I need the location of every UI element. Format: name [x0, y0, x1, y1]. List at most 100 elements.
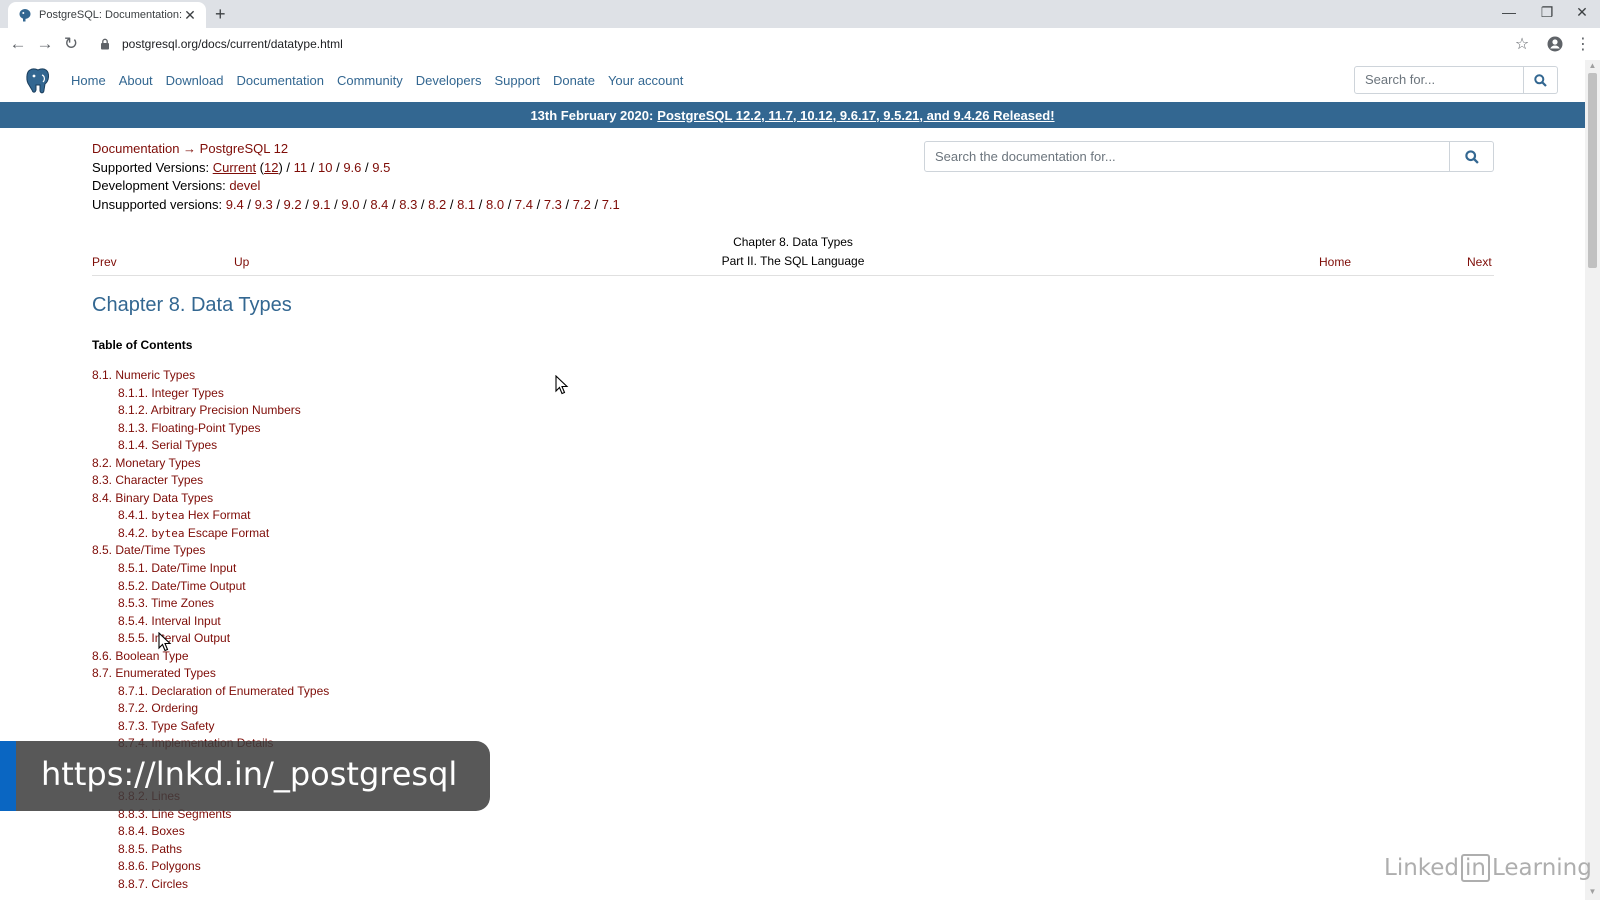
toc-link[interactable]: 8.4.2. bytea Escape Format — [118, 526, 269, 540]
doc-search-input[interactable]: Search the documentation for... — [924, 141, 1450, 172]
toc-item: 8.1. Numeric Types — [92, 367, 329, 385]
nav-about[interactable]: About — [119, 73, 153, 88]
toc-item: 8.4.1. bytea Hex Format — [92, 507, 329, 525]
back-icon[interactable]: ← — [7, 33, 29, 55]
toc-link[interactable]: 8.1.1. Integer Types — [118, 386, 224, 400]
toc-item: 8.7. Enumerated Types — [92, 665, 329, 683]
nav-documentation[interactable]: Documentation — [237, 73, 324, 88]
toc-item: 8.1.1. Integer Types — [92, 385, 329, 403]
version-current[interactable]: Current — [213, 160, 256, 175]
version-11[interactable]: 11 — [294, 160, 308, 175]
doc-search-button[interactable] — [1450, 141, 1494, 172]
minimize-icon[interactable]: — — [1490, 0, 1528, 28]
unsupported-version-7-4[interactable]: 7.4 — [515, 197, 533, 212]
toc-item: 8.6. Boolean Type — [92, 648, 329, 666]
toc-item: 8.1.2. Arbitrary Precision Numbers — [92, 402, 329, 420]
browser-menu-icon[interactable]: ⋮ — [1572, 33, 1594, 55]
version-9-5[interactable]: 9.5 — [372, 160, 390, 175]
scroll-up-arrow-icon[interactable]: ▲ — [1588, 62, 1597, 70]
scroll-down-arrow-icon[interactable]: ▼ — [1588, 888, 1597, 896]
overlay-url-text: https://lnkd.in/_postgresql — [41, 755, 458, 793]
profile-avatar-icon[interactable] — [1544, 33, 1566, 55]
unsupported-version-7-2[interactable]: 7.2 — [573, 197, 591, 212]
nav-donate[interactable]: Donate — [553, 73, 595, 88]
version-12[interactable]: 12 — [264, 160, 278, 175]
toc-link[interactable]: 8.5.1. Date/Time Input — [118, 561, 236, 575]
toc-item: 8.5.1. Date/Time Input — [92, 560, 329, 578]
nav-your-account[interactable]: Your account — [608, 73, 683, 88]
bookmark-star-icon[interactable]: ☆ — [1511, 33, 1533, 55]
toc-link[interactable]: 8.7.1. Declaration of Enumerated Types — [118, 684, 329, 698]
site-search-input[interactable]: Search for... — [1354, 66, 1524, 94]
banner-release-link[interactable]: PostgreSQL 12.2, 11.7, 10.12, 9.6.17, 9.… — [657, 108, 1054, 123]
browser-tab-bar: PostgreSQL: Documentation: 12: ✕ + — ❐ ✕ — [0, 0, 1600, 28]
prev-link[interactable]: Prev — [92, 255, 117, 269]
unsupported-version-8-0[interactable]: 8.0 — [486, 197, 504, 212]
reload-icon[interactable]: ↻ — [60, 33, 82, 55]
toc-link[interactable]: 8.7.2. Ordering — [118, 701, 198, 715]
toc-link[interactable]: 8.5.5. Interval Output — [118, 631, 230, 645]
toc-item: 8.8.6. Polygons — [92, 858, 329, 876]
toc-link[interactable]: 8.8.6. Polygons — [118, 859, 201, 873]
toc-item: 8.8.5. Paths — [92, 841, 329, 859]
next-link[interactable]: Next — [1467, 255, 1492, 269]
toc-link[interactable]: 8.4. Binary Data Types — [92, 491, 213, 505]
toc-link[interactable]: 8.8.5. Paths — [118, 842, 182, 856]
tab-close-icon[interactable]: ✕ — [182, 7, 198, 24]
unsupported-version-9-0[interactable]: 9.0 — [341, 197, 359, 212]
toc-link[interactable]: 8.1.3. Floating-Point Types — [118, 421, 261, 435]
unsupported-version-9-2[interactable]: 9.2 — [284, 197, 302, 212]
unsupported-version-8-4[interactable]: 8.4 — [370, 197, 388, 212]
unsupported-version-8-3[interactable]: 8.3 — [399, 197, 417, 212]
toc-link[interactable]: 8.7.3. Type Safety — [118, 719, 215, 733]
postgresql-logo-icon[interactable] — [24, 67, 52, 95]
unsupported-version-9-4[interactable]: 9.4 — [226, 197, 244, 212]
restore-icon[interactable]: ❐ — [1528, 0, 1566, 28]
version-9-6[interactable]: 9.6 — [343, 160, 361, 175]
address-bar[interactable]: postgresql.org/docs/current/datatype.htm… — [92, 32, 1512, 56]
nav-community[interactable]: Community — [337, 73, 403, 88]
browser-tab[interactable]: PostgreSQL: Documentation: 12: ✕ — [8, 2, 206, 28]
release-banner: 13th February 2020: PostgreSQL 12.2, 11.… — [0, 102, 1585, 128]
page-scrollbar[interactable]: ▲ ▼ — [1585, 60, 1600, 900]
unsupported-version-8-1[interactable]: 8.1 — [457, 197, 475, 212]
toc-item: 8.8.7. Circles — [92, 876, 329, 894]
unsupported-version-7-3[interactable]: 7.3 — [544, 197, 562, 212]
version-devel[interactable]: devel — [229, 178, 260, 193]
nav-developers[interactable]: Developers — [416, 73, 482, 88]
toc-link[interactable]: 8.5.4. Interval Input — [118, 614, 221, 628]
new-tab-button[interactable]: + — [215, 4, 226, 24]
overlay-accent-bar — [0, 741, 16, 811]
toc-link[interactable]: 8.5. Date/Time Types — [92, 543, 205, 557]
unsupported-version-9-1[interactable]: 9.1 — [312, 197, 330, 212]
site-search-button[interactable] — [1524, 66, 1558, 94]
toc-link[interactable]: 8.8.4. Boxes — [118, 824, 185, 838]
nav-support[interactable]: Support — [494, 73, 540, 88]
toc-link[interactable]: 8.1.4. Serial Types — [118, 438, 217, 452]
toc-link[interactable]: 8.7. Enumerated Types — [92, 666, 216, 680]
scrollbar-thumb[interactable] — [1588, 73, 1597, 268]
toc-link[interactable]: 8.6. Boolean Type — [92, 649, 189, 663]
nav-home[interactable]: Home — [71, 73, 106, 88]
unsupported-version-9-3[interactable]: 9.3 — [255, 197, 273, 212]
toc-link[interactable]: 8.5.3. Time Zones — [118, 596, 214, 610]
forward-icon[interactable]: → — [34, 33, 56, 55]
toc-link[interactable]: 8.8.7. Circles — [118, 877, 188, 891]
toc-link[interactable]: 8.3. Character Types — [92, 473, 203, 487]
nav-download[interactable]: Download — [166, 73, 224, 88]
toc-item: 8.5.2. Date/Time Output — [92, 578, 329, 596]
toc-link[interactable]: 8.1. Numeric Types — [92, 368, 195, 382]
version-10[interactable]: 10 — [318, 160, 332, 175]
toc-link[interactable]: 8.5.2. Date/Time Output — [118, 579, 246, 593]
up-link[interactable]: Up — [234, 255, 249, 269]
close-window-icon[interactable]: ✕ — [1563, 0, 1600, 28]
unsupported-version-7-1[interactable]: 7.1 — [602, 197, 620, 212]
toc-link[interactable]: 8.2. Monetary Types — [92, 456, 201, 470]
toc-link[interactable]: 8.4.1. bytea Hex Format — [118, 508, 251, 522]
browser-toolbar: ← → ↻ postgresql.org/docs/current/dataty… — [0, 28, 1600, 61]
toc-link[interactable]: 8.1.2. Arbitrary Precision Numbers — [118, 403, 301, 417]
toc-item: 8.7.3. Type Safety — [92, 718, 329, 736]
unsupported-version-8-2[interactable]: 8.2 — [428, 197, 446, 212]
breadcrumb[interactable]: Documentation → PostgreSQL 12 — [92, 141, 288, 156]
home-link[interactable]: Home — [1319, 255, 1351, 269]
